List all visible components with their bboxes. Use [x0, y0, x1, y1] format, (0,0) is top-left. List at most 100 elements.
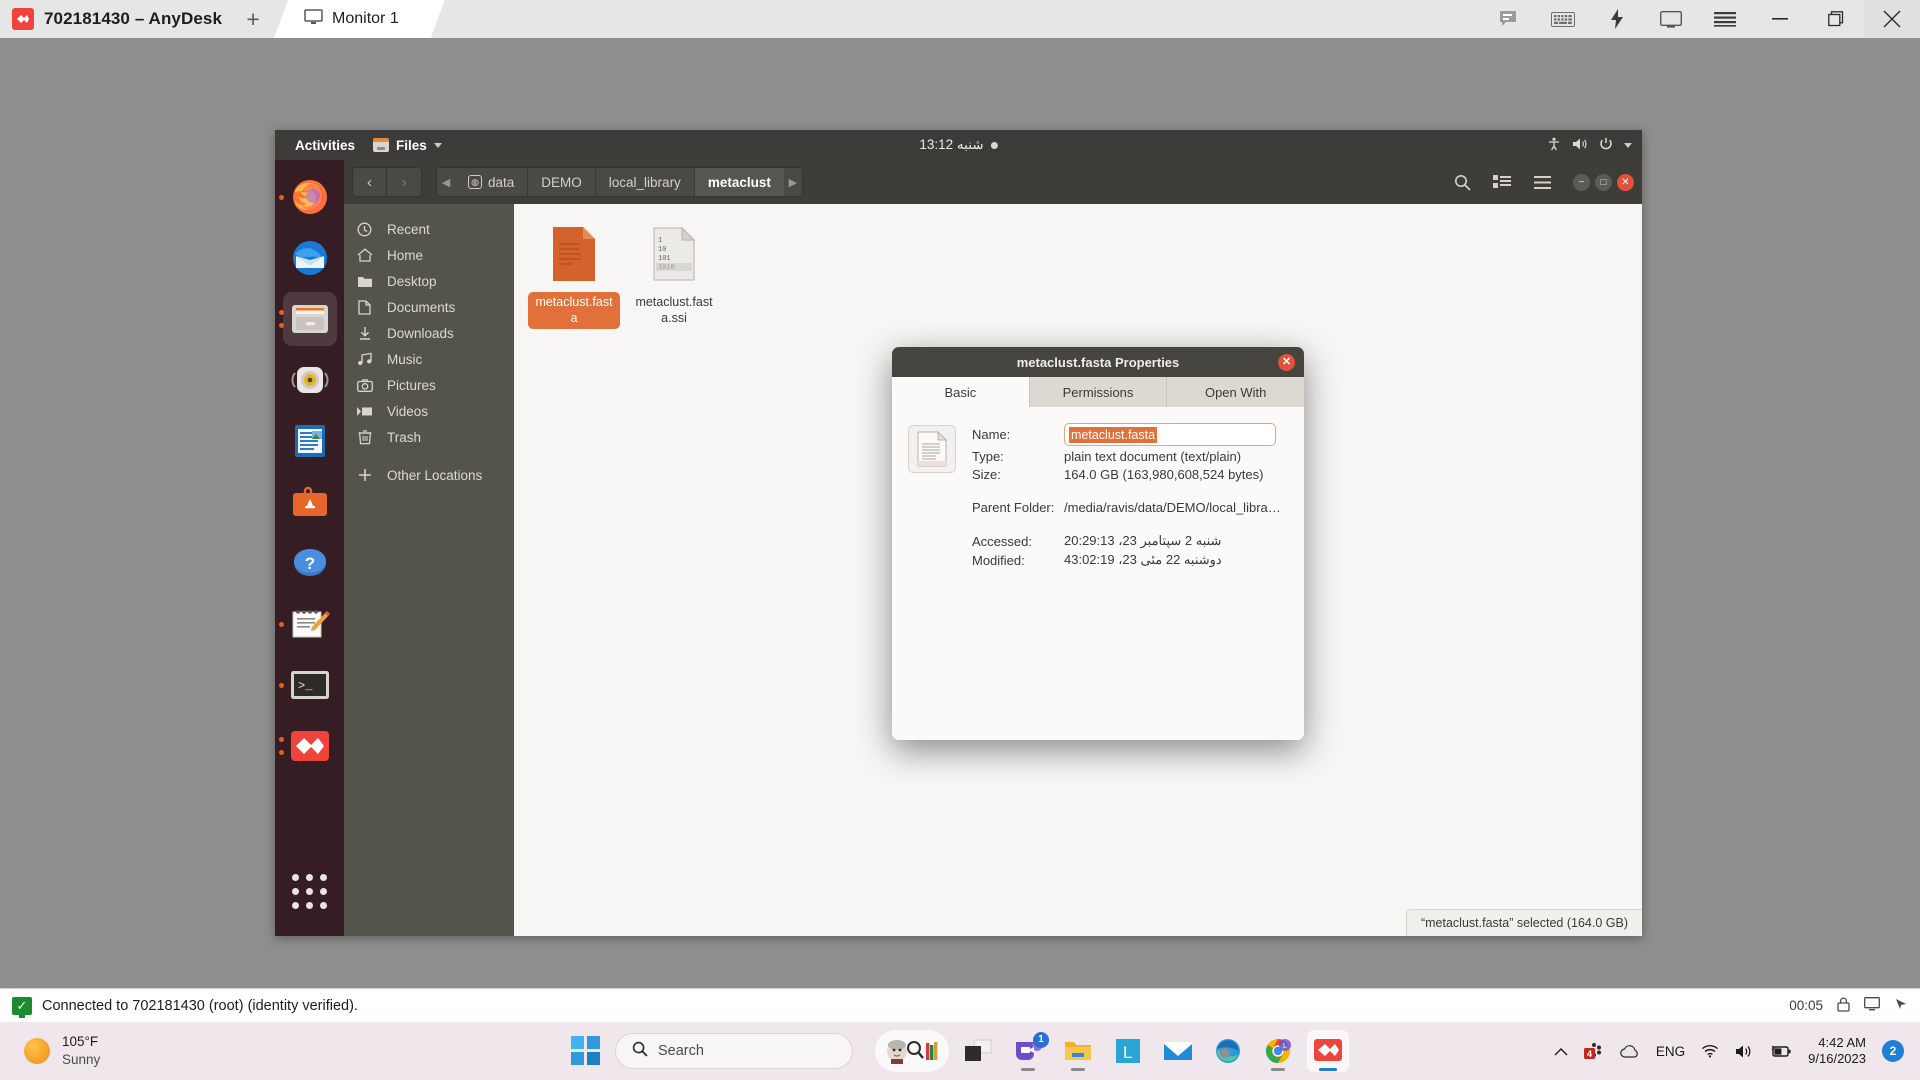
svg-text:101: 101 [658, 255, 671, 263]
taskbar-item-task-view[interactable] [957, 1030, 999, 1072]
search-placeholder: Search [658, 1043, 704, 1059]
remote-session-canvas[interactable]: Activities Files شنبه 13:12 ? >_ ‹ › ◀ ◍… [0, 38, 1920, 988]
grid-dot [320, 887, 327, 895]
gnome-clock[interactable]: شنبه 13:12 [919, 137, 998, 153]
start-tile [587, 1036, 600, 1049]
taskbar-item-teams[interactable]: 1 [1007, 1030, 1049, 1072]
sidebar-item-documents[interactable]: Documents [344, 294, 514, 320]
sidebar-item-downloads[interactable]: Downloads [344, 320, 514, 346]
chat-icon[interactable] [1482, 0, 1536, 38]
sidebar-item-home[interactable]: Home [344, 242, 514, 268]
window-maximize-button[interactable] [1808, 0, 1864, 38]
dock-item-files[interactable] [278, 292, 337, 346]
name-input[interactable]: metaclust.fasta [1064, 423, 1276, 446]
dock-item-thunderbird[interactable] [283, 231, 337, 285]
dock-item-ubuntu-software[interactable] [283, 475, 337, 529]
tab-permissions[interactable]: Permissions [1029, 377, 1168, 407]
start-button[interactable] [571, 1036, 601, 1066]
hamburger-menu-icon[interactable] [1698, 0, 1752, 38]
anydesk-brand: 702181430 – AnyDesk [0, 0, 236, 38]
keyboard-icon[interactable] [1536, 0, 1590, 38]
taskbar-item-file-explorer[interactable] [1057, 1030, 1099, 1072]
weather-widget[interactable]: 105°F Sunny [0, 1033, 300, 1070]
grid-dot [306, 901, 313, 909]
dock-item-text-editor[interactable] [278, 597, 337, 651]
taskbar-item-anydesk[interactable] [1307, 1030, 1349, 1072]
breadcrumb-item-local-library[interactable]: local_library [594, 168, 694, 196]
sidebar-item-desktop[interactable]: Desktop [344, 268, 514, 294]
breadcrumb-scroll-left[interactable]: ◀ [437, 168, 455, 196]
sidebar-item-other-locations[interactable]: Other Locations [344, 462, 514, 488]
sidebar-item-label: Other Locations [387, 467, 483, 483]
dock-item-terminal[interactable]: >_ [278, 658, 337, 712]
window-minimize-button[interactable] [1752, 0, 1808, 38]
anydesk-window-title: 702181430 – AnyDesk [44, 9, 223, 28]
forward-button[interactable]: › [387, 167, 422, 197]
taskbar-item-edge[interactable] [1207, 1030, 1249, 1072]
lightning-icon[interactable] [1590, 0, 1644, 38]
file-label: metaclust.fasta.ssi [635, 295, 713, 325]
tab-open-with[interactable]: Open With [1167, 377, 1305, 407]
back-button[interactable]: ‹ [352, 167, 387, 197]
taskbar-item-onenote[interactable]: L [1107, 1030, 1149, 1072]
files-close-button[interactable]: ✕ [1617, 173, 1634, 191]
dock-item-firefox[interactable] [278, 170, 337, 224]
notification-badge[interactable]: 2 [1882, 1040, 1904, 1062]
sidebar-item-music[interactable]: Music [344, 346, 514, 372]
sidebar-item-videos[interactable]: Videos [344, 398, 514, 424]
app-menu-files[interactable]: Files [365, 138, 450, 153]
window-close-button[interactable] [1864, 0, 1920, 38]
connected-check-icon: ✓ [12, 996, 32, 1018]
files-maximize-button[interactable]: □ [1595, 173, 1612, 191]
monitor-icon[interactable] [1864, 997, 1880, 1014]
tab-basic[interactable]: Basic [892, 377, 1030, 407]
battery-icon[interactable] [1770, 1045, 1792, 1058]
dock-item-rhythmbox[interactable] [283, 353, 337, 407]
files-minimize-button[interactable]: − [1573, 173, 1590, 191]
new-tab-button[interactable]: + [236, 0, 270, 38]
search-icon[interactable] [1447, 167, 1477, 197]
sidebar-item-recent[interactable]: Recent [344, 216, 514, 242]
arrow-icon[interactable] [1894, 997, 1908, 1014]
hamburger-menu-icon[interactable] [1527, 167, 1557, 197]
sidebar-item-pictures[interactable]: Pictures [344, 372, 514, 398]
lock-icon[interactable] [1837, 997, 1850, 1015]
wifi-icon[interactable] [1701, 1044, 1719, 1058]
taskbar-clock[interactable]: 4:42 AM 9/16/2023 [1808, 1035, 1866, 1066]
view-toggle-icon[interactable] [1487, 167, 1517, 197]
breadcrumb-item-data[interactable]: ◍ data [455, 168, 528, 196]
properties-basic-panel: Name: metaclust.fasta Type: plain text d… [892, 407, 1304, 740]
search-input[interactable]: Search [615, 1033, 853, 1069]
taskbar-item-search-highlights[interactable] [875, 1030, 949, 1072]
running-indicator [278, 737, 284, 742]
show-applications-button[interactable] [283, 864, 337, 918]
breadcrumb-item-metaclust[interactable]: metaclust [693, 168, 784, 196]
device-icon: ◍ [468, 175, 482, 189]
cloud-icon[interactable] [1620, 1044, 1640, 1058]
screen-icon[interactable] [1644, 0, 1698, 38]
taskbar-item-mail[interactable] [1157, 1030, 1199, 1072]
properties-tabs: Basic Permissions Open With [892, 377, 1305, 407]
activities-button[interactable]: Activities [285, 138, 365, 153]
running-indicator [1071, 1068, 1085, 1071]
sidebar-separator [344, 450, 514, 462]
breadcrumb-item-demo[interactable]: DEMO [527, 168, 595, 196]
properties-close-button[interactable]: ✕ [1278, 353, 1295, 371]
gnome-status-menu[interactable] [1547, 137, 1632, 154]
file-item-metaclust-fasta[interactable]: metaclust.fasta [528, 222, 620, 330]
parent-folder-value[interactable]: /media/ravis/data/DEMO/local_libra… [1064, 500, 1281, 515]
breadcrumb-scroll-right[interactable]: ▶ [783, 168, 802, 196]
files-view[interactable]: metaclust.fasta 1101011010 [514, 204, 1642, 936]
tray-app-icon[interactable]: 4 [1583, 1042, 1604, 1060]
volume-icon[interactable] [1735, 1044, 1754, 1059]
tab-monitor-1[interactable]: Monitor 1 [274, 0, 445, 38]
file-item-metaclust-fasta-ssi[interactable]: 1101011010 metaclust.fasta.ssi [628, 222, 720, 329]
sidebar-item-label: Desktop [387, 273, 437, 289]
dock-item-libreoffice-writer[interactable] [283, 414, 337, 468]
chevron-up-icon[interactable] [1554, 1047, 1568, 1056]
dock-item-help[interactable]: ? [283, 536, 337, 590]
taskbar-item-chrome[interactable]: L [1257, 1030, 1299, 1072]
language-indicator[interactable]: ENG [1656, 1044, 1685, 1059]
sidebar-item-trash[interactable]: Trash [344, 424, 514, 450]
dock-item-anydesk[interactable] [278, 719, 337, 773]
